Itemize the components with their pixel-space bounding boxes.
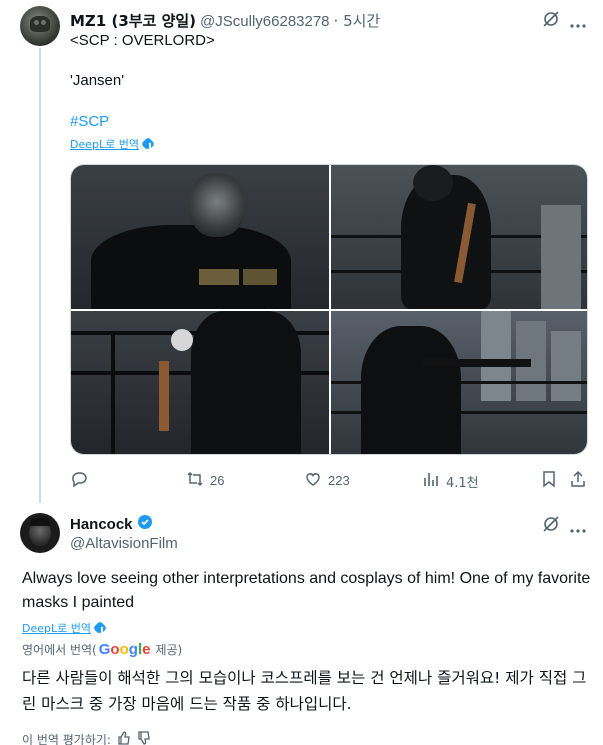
- like-icon: [304, 470, 322, 491]
- rate-translation: 이 번역 평가하기:: [22, 731, 151, 745]
- google-logo: Google: [98, 641, 151, 658]
- photo-4[interactable]: [331, 311, 587, 454]
- media-grid: [70, 164, 588, 455]
- grok-icon[interactable]: [542, 10, 560, 33]
- verified-icon: [137, 514, 153, 535]
- provided-text: 제공): [155, 643, 183, 657]
- tweet-2[interactable]: Hancock @AltavisionFilm Always love seei…: [0, 503, 603, 745]
- translate-link[interactable]: DeepL로 번역: [22, 620, 108, 636]
- bookmark-icon[interactable]: [540, 470, 558, 493]
- reply-icon: [70, 470, 88, 491]
- reply-button[interactable]: [70, 470, 88, 491]
- views-icon: [422, 470, 440, 492]
- hashtag-link[interactable]: #SCP: [70, 113, 109, 130]
- more-icon[interactable]: [570, 521, 586, 539]
- views-button[interactable]: 4.1천: [422, 470, 479, 492]
- translation-text: 다른 사람들이 해석한 그의 모습이나 코스프레를 보는 건 언제나 즐거워요!…: [22, 669, 587, 713]
- views-count: 4.1천: [446, 475, 479, 491]
- like-button[interactable]: 223: [304, 470, 350, 491]
- photo-2[interactable]: [331, 165, 587, 309]
- translated-from: 영어에서 번역(: [22, 643, 97, 657]
- tweet-1[interactable]: MZ1 (3부코 양일) @JScully66283278 · 5시간 <SCP…: [0, 0, 603, 503]
- thumbs-down-icon[interactable]: [137, 731, 151, 745]
- thumbs-up-icon[interactable]: [117, 731, 131, 745]
- deepl-icon: [140, 136, 156, 152]
- share-icon[interactable]: [569, 470, 587, 493]
- author-name[interactable]: Hancock: [70, 516, 133, 533]
- tweet-text-line2: 'Jansen': [70, 72, 125, 89]
- author-name[interactable]: MZ1 (3부코 양일): [70, 10, 196, 31]
- grok-icon[interactable]: [542, 515, 560, 538]
- avatar[interactable]: [20, 6, 60, 46]
- thread-line: [39, 48, 41, 503]
- retweet-button[interactable]: 26: [186, 470, 224, 491]
- tweet-time[interactable]: · 5시간: [334, 10, 381, 31]
- deepl-icon: [92, 620, 108, 636]
- retweet-count: 26: [210, 473, 225, 488]
- translated-by: 영어에서 번역( Google 제공): [22, 641, 182, 658]
- photo-1[interactable]: [71, 165, 329, 309]
- author-handle[interactable]: @AltavisionFilm: [70, 535, 178, 552]
- like-count: 223: [328, 473, 350, 488]
- tweet-text: Always love seeing other interpretations…: [22, 570, 591, 611]
- photo-3[interactable]: [71, 311, 329, 454]
- tweet-text-line1: <SCP : OVERLORD>: [70, 32, 215, 49]
- translate-link[interactable]: DeepL로 번역: [70, 136, 156, 152]
- retweet-icon: [186, 470, 204, 491]
- author-handle[interactable]: @JScully66283278: [200, 13, 329, 30]
- more-icon[interactable]: [570, 16, 586, 34]
- avatar[interactable]: [20, 513, 60, 553]
